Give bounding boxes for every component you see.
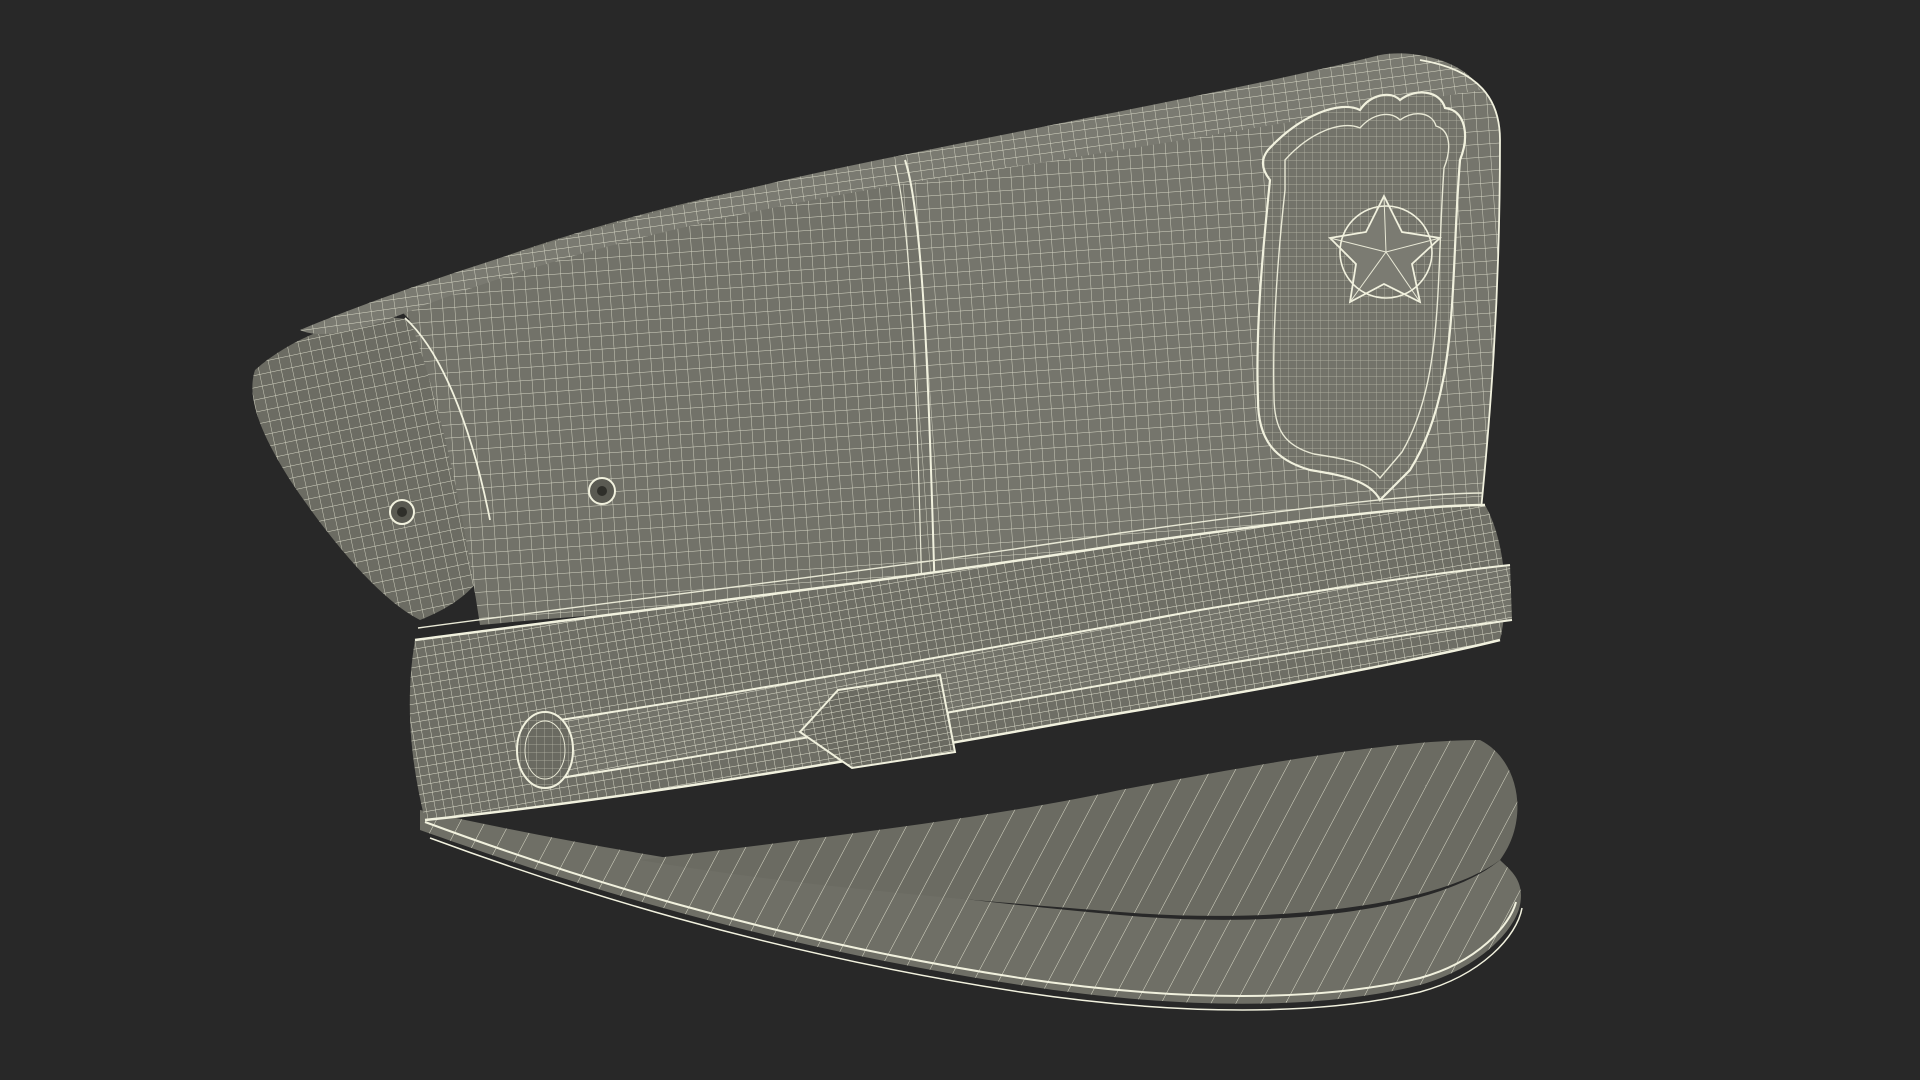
side-button: [516, 711, 574, 789]
render-viewport: [0, 0, 1920, 1080]
wireframe-hat-render: [252, 53, 1523, 1011]
